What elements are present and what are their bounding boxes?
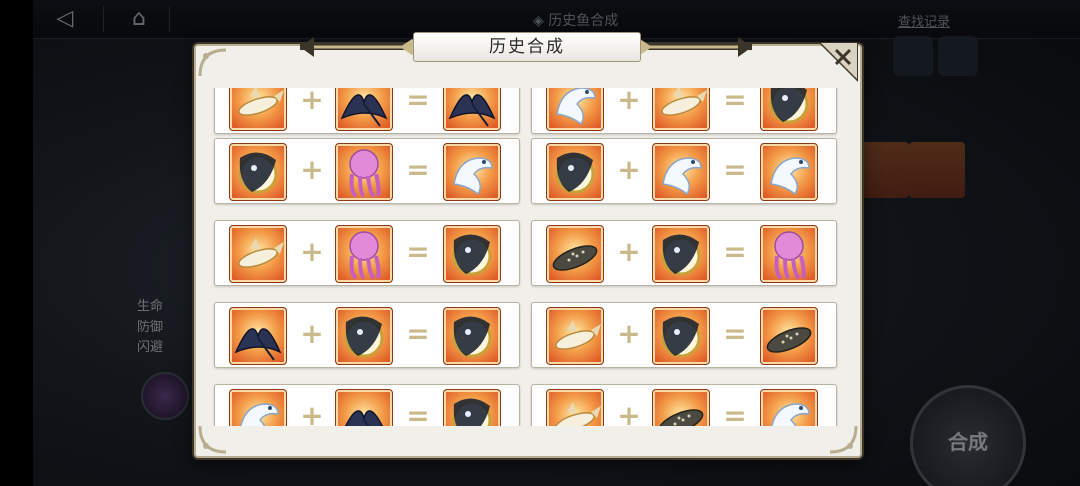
- ingredient-b-fish-card[interactable]: [652, 88, 710, 131]
- recipe-row[interactable]: + =: [531, 138, 837, 204]
- recipe-row[interactable]: + =: [214, 88, 520, 134]
- recipe-row[interactable]: + =: [531, 220, 837, 286]
- plus-symbol: +: [300, 88, 324, 116]
- equals-symbol: =: [723, 153, 747, 186]
- equals-symbol: =: [723, 399, 747, 426]
- result-fish-card[interactable]: [760, 389, 818, 426]
- ingredient-b-fish-card[interactable]: [335, 225, 393, 283]
- plus-symbol: +: [300, 399, 324, 426]
- recipe-row[interactable]: + =: [531, 302, 837, 368]
- ingredient-a-fish-card[interactable]: [229, 307, 287, 365]
- result-fish-card[interactable]: [443, 88, 501, 131]
- recipe-row[interactable]: + =: [214, 384, 520, 426]
- plus-symbol: +: [617, 235, 641, 268]
- result-fish-card[interactable]: [443, 389, 501, 426]
- merge-history-list[interactable]: + = + = + = + = + = + = + = + = + = + =: [212, 88, 842, 426]
- recipe-row[interactable]: + =: [214, 138, 520, 204]
- ingredient-a-fish-card[interactable]: [229, 88, 287, 131]
- ingredient-b-fish-card[interactable]: [652, 225, 710, 283]
- plus-symbol: +: [300, 153, 324, 186]
- plus-symbol: +: [617, 88, 641, 116]
- equals-symbol: =: [723, 88, 747, 116]
- ornament-corner-icon: [198, 48, 227, 77]
- ingredient-a-fish-card[interactable]: [546, 225, 604, 283]
- ingredient-a-fish-card[interactable]: [546, 389, 604, 426]
- ingredient-b-fish-card[interactable]: [335, 88, 393, 131]
- result-fish-card[interactable]: [760, 143, 818, 201]
- result-fish-card[interactable]: [443, 307, 501, 365]
- plus-symbol: +: [617, 317, 641, 350]
- ingredient-a-fish-card[interactable]: [546, 88, 604, 131]
- ingredient-b-fish-card[interactable]: [652, 307, 710, 365]
- recipe-row[interactable]: + =: [214, 220, 520, 286]
- ingredient-a-fish-card[interactable]: [229, 389, 287, 426]
- plus-symbol: +: [617, 399, 641, 426]
- recipe-row[interactable]: + =: [214, 302, 520, 368]
- result-fish-card[interactable]: [443, 143, 501, 201]
- equals-symbol: =: [406, 88, 430, 116]
- equals-symbol: =: [406, 317, 430, 350]
- recipe-row[interactable]: + =: [531, 384, 837, 426]
- result-fish-card[interactable]: [760, 307, 818, 365]
- result-fish-card[interactable]: [760, 88, 818, 131]
- plus-symbol: +: [300, 235, 324, 268]
- equals-symbol: =: [406, 153, 430, 186]
- ornament-corner-icon: [198, 425, 227, 454]
- result-fish-card[interactable]: [760, 225, 818, 283]
- ingredient-a-fish-card[interactable]: [229, 143, 287, 201]
- plus-symbol: +: [300, 317, 324, 350]
- ingredient-b-fish-card[interactable]: [652, 389, 710, 426]
- plus-symbol: +: [617, 153, 641, 186]
- close-icon[interactable]: [818, 42, 858, 82]
- ingredient-b-fish-card[interactable]: [335, 143, 393, 201]
- recipe-row[interactable]: + =: [531, 88, 837, 134]
- ornament-corner-icon: [829, 425, 858, 454]
- ingredient-a-fish-card[interactable]: [546, 143, 604, 201]
- equals-symbol: =: [406, 235, 430, 268]
- dialog-title: 历史合成: [413, 32, 641, 62]
- ingredient-a-fish-card[interactable]: [546, 307, 604, 365]
- result-fish-card[interactable]: [443, 225, 501, 283]
- ingredient-b-fish-card[interactable]: [335, 307, 393, 365]
- ingredient-a-fish-card[interactable]: [229, 225, 287, 283]
- ingredient-b-fish-card[interactable]: [652, 143, 710, 201]
- equals-symbol: =: [406, 399, 430, 426]
- equals-symbol: =: [723, 235, 747, 268]
- ingredient-b-fish-card[interactable]: [335, 389, 393, 426]
- equals-symbol: =: [723, 317, 747, 350]
